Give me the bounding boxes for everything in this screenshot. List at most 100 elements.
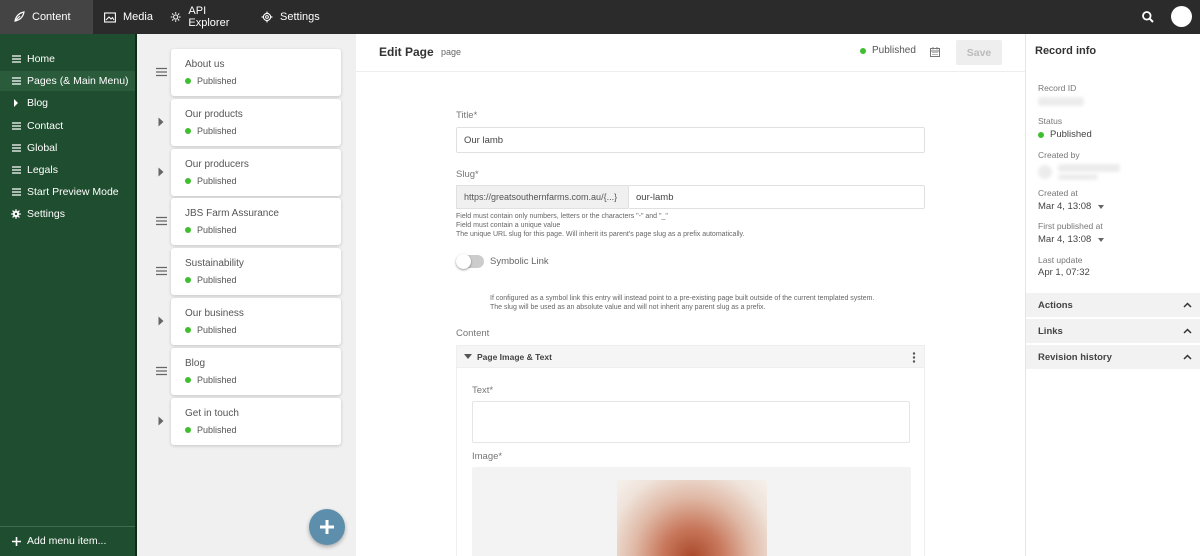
text-input[interactable] <box>472 401 910 443</box>
last-update-value: Apr 1, 07:32 <box>1038 267 1090 278</box>
add-page-button[interactable] <box>309 509 345 545</box>
content-field-label: Content <box>456 328 490 339</box>
page-title: Sustainability <box>185 258 244 269</box>
status-text: Published <box>197 325 237 335</box>
image-field-label: Image* <box>472 451 503 462</box>
section-label: Links <box>1038 326 1063 337</box>
sidebar-item-contact[interactable]: Contact <box>0 116 135 136</box>
page-title: JBS Farm Assurance <box>185 208 279 219</box>
page-card-our-producers[interactable]: Our producers Published <box>171 149 341 196</box>
status-badge: Published <box>185 275 237 285</box>
help-line: Field must contain a unique value <box>456 222 561 229</box>
slug-field-label: Slug* <box>456 169 479 180</box>
help-line: If configured as a symbol link this entr… <box>490 295 875 302</box>
drag-handle-icon[interactable] <box>155 66 167 78</box>
nav-api-explorer[interactable]: API Explorer <box>155 0 247 34</box>
expand-caret-icon[interactable] <box>155 116 167 128</box>
status-dot-icon <box>185 377 191 383</box>
collapse-triangle-icon[interactable] <box>464 354 472 360</box>
page-title: Our products <box>185 109 243 120</box>
cog-icon <box>170 12 181 22</box>
nav-media-label: Media <box>123 11 153 23</box>
creator-name <box>1058 164 1120 172</box>
calendar-icon[interactable] <box>930 47 940 57</box>
status-dot-icon <box>185 178 191 184</box>
page-title: Get in touch <box>185 408 239 419</box>
sidebar-divider <box>0 526 135 527</box>
status-dot-icon <box>1038 131 1044 138</box>
nav-settings-label: Settings <box>280 11 320 23</box>
search-icon[interactable] <box>1141 10 1155 24</box>
symbolic-link-toggle[interactable] <box>456 254 484 269</box>
image-thumbnail[interactable] <box>617 480 767 556</box>
page-card-jbs-farm-assurance[interactable]: JBS Farm Assurance Published <box>171 198 341 245</box>
creator-detail <box>1058 174 1098 180</box>
actions-section[interactable]: Actions <box>1026 293 1200 318</box>
content-block: Page Image & Text Text* Image* <box>456 345 925 556</box>
page-title: Our business <box>185 308 244 319</box>
page-card-our-products[interactable]: Our products Published <box>171 99 341 146</box>
expand-caret-icon[interactable] <box>155 415 167 427</box>
dropdown-caret-icon[interactable] <box>1098 204 1105 209</box>
nav-media[interactable]: Media <box>93 0 155 34</box>
record-info-panel: Record info Record ID Status Published C… <box>1026 34 1200 556</box>
status-text: Published <box>197 375 237 385</box>
symbolic-link-help-text: If configured as a symbol link this entr… <box>490 294 874 312</box>
slug-help-text: Field must contain only numbers, letters… <box>456 212 744 239</box>
menu-lines-icon <box>11 77 21 85</box>
chevron-up-icon <box>1183 354 1192 360</box>
editor-header: Edit Page page Published Save <box>356 34 1025 72</box>
status-dot-icon <box>185 277 191 283</box>
revision-history-section[interactable]: Revision history <box>1026 345 1200 370</box>
save-button[interactable]: Save <box>956 40 1002 65</box>
nav-content-label: Content <box>32 11 71 23</box>
block-header[interactable]: Page Image & Text <box>457 346 924 368</box>
avatar[interactable] <box>1171 6 1192 27</box>
status-badge: Published <box>185 76 237 86</box>
page-card-blog[interactable]: Blog Published <box>171 348 341 395</box>
status-text: Published <box>197 176 237 186</box>
drag-handle-icon[interactable] <box>155 215 167 227</box>
add-menu-item-button[interactable]: Add menu item... <box>0 531 135 551</box>
status-dot-icon <box>860 47 866 54</box>
more-vertical-icon[interactable] <box>912 352 916 363</box>
slug-input[interactable]: our-lamb <box>628 185 925 209</box>
nav-settings[interactable]: Settings <box>247 0 327 34</box>
sidebar-item-label: Home <box>27 53 56 65</box>
status-text: Published <box>197 425 237 435</box>
links-section[interactable]: Links <box>1026 319 1200 344</box>
plus-icon <box>11 536 21 546</box>
first-published-label: First published at <box>1038 221 1103 231</box>
sidebar-item-global[interactable]: Global <box>0 138 135 158</box>
expand-caret-icon[interactable] <box>155 315 167 327</box>
sidebar-item-blog[interactable]: Blog <box>0 93 135 113</box>
plus-icon <box>320 520 334 534</box>
sidebar-item-settings[interactable]: Settings <box>0 204 135 224</box>
status-label: Status <box>1038 116 1063 126</box>
status-badge: Published <box>185 375 237 385</box>
nav-content[interactable]: Content <box>0 0 93 34</box>
page-card-about-us[interactable]: About us Published <box>171 49 341 96</box>
sidebar-item-pages[interactable]: Pages (& Main Menu) <box>0 71 135 91</box>
sidebar-item-preview-mode[interactable]: Start Preview Mode <box>0 182 135 202</box>
title-input[interactable]: Our lamb <box>456 127 925 153</box>
page-model-name: page <box>441 47 462 57</box>
drag-handle-icon[interactable] <box>155 365 167 377</box>
sidebar-item-label: Blog <box>27 97 49 109</box>
sidebar-item-home[interactable]: Home <box>0 49 135 69</box>
creator-avatar <box>1038 165 1052 179</box>
page-card-sustainability[interactable]: Sustainability Published <box>171 248 341 295</box>
section-label: Actions <box>1038 300 1073 311</box>
toggle-knob <box>456 254 471 269</box>
image-field[interactable] <box>472 467 911 556</box>
expand-caret-icon[interactable] <box>155 166 167 178</box>
drag-handle-icon[interactable] <box>155 265 167 277</box>
sidebar-item-legals[interactable]: Legals <box>0 160 135 180</box>
gear-icon <box>261 11 273 23</box>
sidebar-item-label: Settings <box>27 208 65 220</box>
dropdown-caret-icon[interactable] <box>1098 237 1105 242</box>
page-card-our-business[interactable]: Our business Published <box>171 298 341 345</box>
page-card-get-in-touch[interactable]: Get in touch Published <box>171 398 341 445</box>
page-title: Our producers <box>185 159 249 170</box>
title-field-label: Title* <box>456 110 478 121</box>
